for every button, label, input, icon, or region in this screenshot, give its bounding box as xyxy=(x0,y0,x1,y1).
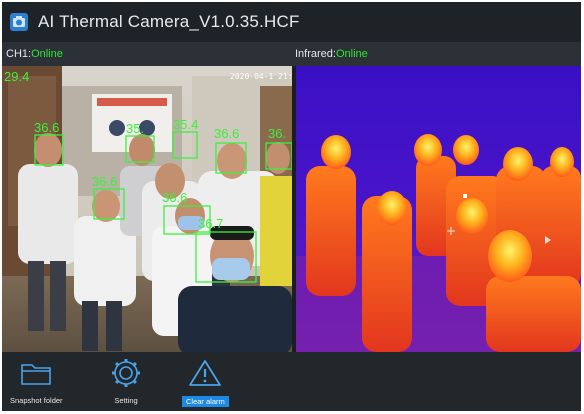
channel-status-bar: CH1:Online Infrared:Online xyxy=(2,42,581,66)
title-bar: AI Thermal Camera_V1.0.35.HCF xyxy=(2,2,581,42)
face-temp-1: 36.6 xyxy=(34,120,59,135)
infrared-heatmap xyxy=(296,66,581,352)
face-temp-5: 36.6 xyxy=(214,126,239,141)
gear-icon xyxy=(108,358,144,393)
infrared-status: Infrared:Online xyxy=(295,48,368,60)
infrared-camera-view[interactable] xyxy=(296,66,581,352)
snapshot-folder-label: Snapshot folder xyxy=(10,396,63,405)
ch1-status: CH1:Online xyxy=(6,48,63,60)
face-temp-6: 36. xyxy=(268,126,286,141)
ambient-reading: 29.4 xyxy=(4,69,29,84)
visible-camera-scene: 36.6 36.6 35. 35.4 36.6 36. 36.6 36.7 29… xyxy=(2,66,292,352)
ch1-online-value: Online xyxy=(31,48,63,60)
warning-icon xyxy=(187,358,223,393)
face-temp-3: 35. xyxy=(126,121,144,136)
app-window: AI Thermal Camera_V1.0.35.HCF CH1:Online… xyxy=(2,2,581,411)
face-temp-7: 36.6 xyxy=(162,190,187,205)
camera-app-icon xyxy=(9,12,29,32)
infrared-label: Infrared: xyxy=(295,48,336,60)
face-temp-8: 36.7 xyxy=(198,216,223,231)
infrared-online-value: Online xyxy=(335,48,368,60)
clear-alarm-button[interactable]: Clear alarm xyxy=(182,358,229,407)
setting-label: Setting xyxy=(114,396,138,405)
snapshot-folder-button[interactable]: Snapshot folder xyxy=(10,358,63,405)
face-temp-4: 35.4 xyxy=(173,117,198,132)
face-temp-2: 36.6 xyxy=(92,174,117,189)
clear-alarm-label: Clear alarm xyxy=(182,396,229,407)
bottom-toolbar: Snapshot folder Setting Clear alarm xyxy=(2,352,581,411)
setting-button[interactable]: Setting xyxy=(108,358,144,405)
camera-timestamp: 2020-04-1 21:09:0 xyxy=(230,72,292,81)
folder-icon xyxy=(18,358,54,393)
visible-camera-view[interactable]: 36.6 36.6 35. 35.4 36.6 36. 36.6 36.7 29… xyxy=(2,66,292,352)
ch1-label: CH1: xyxy=(6,48,32,60)
window-title: AI Thermal Camera_V1.0.35.HCF xyxy=(38,12,300,31)
